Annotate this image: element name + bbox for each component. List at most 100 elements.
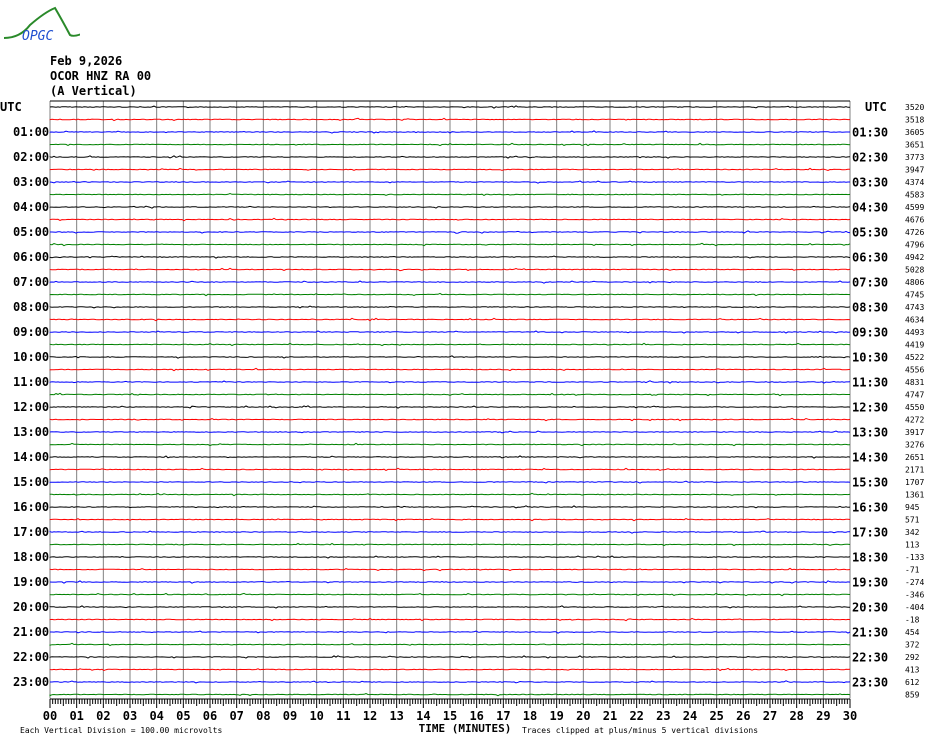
trace-offset: 2651	[905, 453, 924, 462]
trace-offset: 1361	[905, 491, 924, 500]
half-hour-label: 01:30	[852, 126, 888, 140]
trace-offset: 113	[905, 541, 920, 550]
x-tick-label: 03	[123, 709, 137, 723]
hour-label: 18:00	[13, 550, 49, 564]
x-tick-label: 15	[443, 709, 457, 723]
half-hour-label: 04:30	[852, 201, 888, 215]
trace-offset: 4634	[905, 316, 924, 325]
x-tick-label: 01	[69, 709, 83, 723]
x-tick-label: 05	[176, 709, 190, 723]
half-hour-label: 03:30	[852, 176, 888, 190]
trace-offset: -404	[905, 603, 924, 612]
x-tick-label: 10	[309, 709, 323, 723]
half-hour-label: 17:30	[852, 526, 888, 540]
trace-offset: -71	[905, 566, 920, 575]
x-tick-label: 28	[789, 709, 803, 723]
trace-offset: 4522	[905, 353, 924, 362]
half-hour-label: 16:30	[852, 501, 888, 515]
trace-offset: 4676	[905, 216, 924, 225]
trace-offset: 3518	[905, 116, 924, 125]
hour-label: 23:00	[13, 675, 49, 689]
trace-offset: 4556	[905, 366, 924, 375]
x-tick-label: 25	[709, 709, 723, 723]
x-tick-label: 12	[363, 709, 377, 723]
hour-label: 20:00	[13, 600, 49, 614]
x-tick-label: 16	[469, 709, 483, 723]
trace-offset: 3917	[905, 428, 924, 437]
trace-offset: 4374	[905, 178, 924, 187]
trace-offset: 4419	[905, 341, 924, 350]
half-hour-label: 09:30	[852, 326, 888, 340]
x-tick-label: 27	[763, 709, 777, 723]
hour-label: 14:00	[13, 450, 49, 464]
half-hour-label: 20:30	[852, 601, 888, 615]
trace-offset: 3651	[905, 141, 924, 150]
hour-label: 07:00	[13, 275, 49, 289]
half-hour-label: 19:30	[852, 576, 888, 590]
hour-label: 04:00	[13, 200, 49, 214]
half-hour-label: 23:30	[852, 676, 888, 690]
x-tick-label: 04	[149, 709, 163, 723]
trace-offset: 4796	[905, 241, 924, 250]
half-hour-label: 07:30	[852, 276, 888, 290]
trace-offset: 945	[905, 503, 920, 512]
x-tick-label: 21	[603, 709, 617, 723]
trace-offset: 342	[905, 528, 920, 537]
right-axis-title: UTC	[865, 100, 887, 114]
hour-label: 06:00	[13, 250, 49, 264]
trace-offset: 4743	[905, 303, 924, 312]
trace-offset: -133	[905, 553, 924, 562]
trace-offset: 4583	[905, 191, 924, 200]
trace-offset: 4745	[905, 291, 924, 300]
trace-offset: 4493	[905, 328, 924, 337]
x-tick-label: 26	[736, 709, 750, 723]
hour-label: 19:00	[13, 575, 49, 589]
half-hour-label: 15:30	[852, 476, 888, 490]
half-hour-label: 12:30	[852, 401, 888, 415]
half-hour-label: 21:30	[852, 626, 888, 640]
left-axis-title: UTC	[0, 100, 22, 114]
x-tick-label: 20	[576, 709, 590, 723]
hour-label: 15:00	[13, 475, 49, 489]
half-hour-label: 08:30	[852, 301, 888, 315]
trace-offset: 859	[905, 691, 920, 700]
half-hour-label: 06:30	[852, 251, 888, 265]
trace-offset: 4747	[905, 391, 924, 400]
hour-label: 13:00	[13, 425, 49, 439]
x-tick-label: 11	[336, 709, 350, 723]
trace-offset: 2171	[905, 466, 924, 475]
half-hour-label: 02:30	[852, 151, 888, 165]
hour-label: 05:00	[13, 225, 49, 239]
trace-offset: 4599	[905, 203, 924, 212]
trace-offset: 454	[905, 628, 920, 637]
hour-label: 21:00	[13, 625, 49, 639]
hour-label: 02:00	[13, 150, 49, 164]
x-tick-label: 23	[656, 709, 670, 723]
hour-label: 08:00	[13, 300, 49, 314]
hour-label: 09:00	[13, 325, 49, 339]
hour-label: 17:00	[13, 525, 49, 539]
half-hour-label: 18:30	[852, 551, 888, 565]
x-tick-label: 29	[816, 709, 830, 723]
x-tick-label: 02	[96, 709, 110, 723]
trace-offset: 4806	[905, 278, 924, 287]
x-tick-label: 00	[43, 709, 57, 723]
half-hour-label: 14:30	[852, 451, 888, 465]
trace-offset: 612	[905, 678, 920, 687]
hour-label: 10:00	[13, 350, 49, 364]
x-tick-label: 07	[229, 709, 243, 723]
x-tick-label: 24	[683, 709, 697, 723]
x-tick-label: 13	[389, 709, 403, 723]
trace-offset: 4726	[905, 228, 924, 237]
half-hour-label: 22:30	[852, 651, 888, 665]
x-tick-label: 18	[523, 709, 537, 723]
scale-note: Each Vertical Division = 100.00 microvol…	[20, 726, 222, 735]
hour-label: 11:00	[13, 375, 49, 389]
x-tick-label: 06	[203, 709, 217, 723]
x-tick-label: 08	[256, 709, 270, 723]
half-hour-label: 05:30	[852, 226, 888, 240]
hour-label: 12:00	[13, 400, 49, 414]
hour-label: 01:00	[13, 125, 49, 139]
half-hour-label: 10:30	[852, 351, 888, 365]
trace-offset: -274	[905, 578, 924, 587]
